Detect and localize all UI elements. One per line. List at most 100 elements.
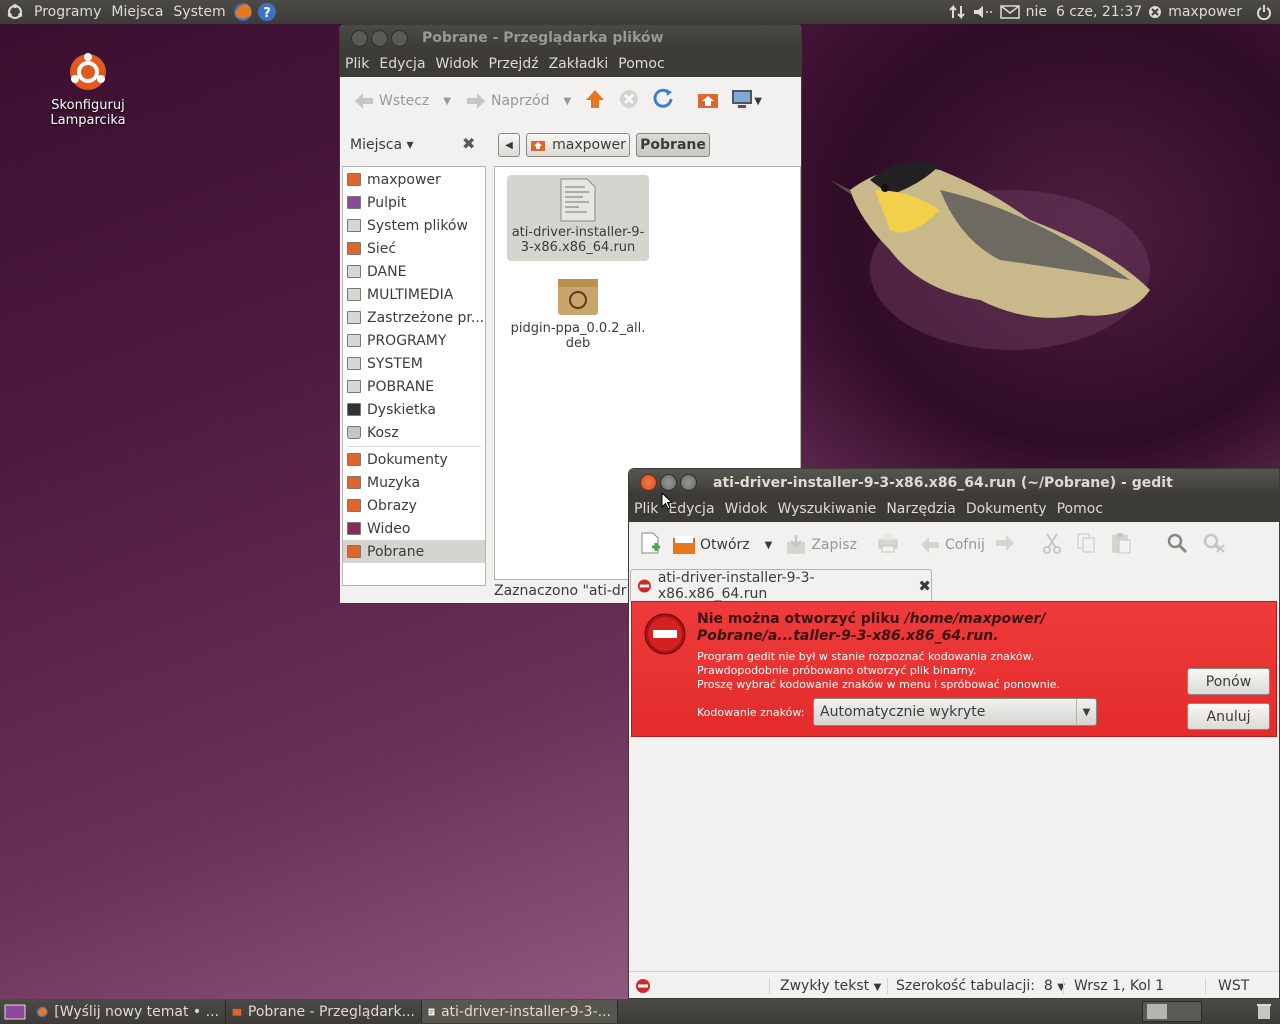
drive-icon (347, 357, 361, 370)
trash-icon[interactable] (1256, 1002, 1272, 1024)
mail-icon[interactable] (999, 4, 1020, 20)
sidebar-item-videos[interactable]: Wideo (343, 517, 485, 540)
retry-button[interactable]: Ponów (1187, 668, 1270, 695)
sidebar-item-dane[interactable]: DANE (343, 260, 485, 283)
save-button[interactable]: Zapisz (780, 534, 862, 556)
sidebar-item-system[interactable]: SYSTEM (343, 352, 485, 375)
workspace-switcher[interactable] (1142, 1001, 1202, 1022)
menu-narzedzia[interactable]: Narzędzia (881, 501, 960, 517)
menu-pomoc[interactable]: Pomoc (1052, 501, 1108, 517)
computer-dropdown-icon[interactable]: ▼ (754, 96, 762, 107)
menu-plik[interactable]: Plik (340, 56, 374, 72)
sidebar-item-music[interactable]: Muzyka (343, 471, 485, 494)
new-document-icon[interactable] (639, 531, 663, 559)
back-button[interactable]: Wstecz ▼ (348, 91, 456, 111)
menu-programy[interactable]: Programy (29, 4, 106, 20)
path-left-arrow[interactable]: ◀ (498, 133, 520, 157)
cancel-button[interactable]: Anuluj (1187, 703, 1270, 730)
forward-button[interactable]: Naprzód ▼ (460, 91, 576, 111)
sidebar-item-downloads[interactable]: Pobrane (343, 540, 485, 563)
sidebar-item-programy[interactable]: PROGRAMY (343, 329, 485, 352)
task-firefox[interactable]: [Wyślij nowy temat • ... (30, 1000, 226, 1023)
desktop-icon-label-1: Skonfiguruj (51, 98, 125, 113)
minimize-button[interactable] (660, 474, 677, 491)
user-status-icon[interactable] (1148, 4, 1162, 20)
network-icon[interactable] (948, 4, 966, 20)
maximize-button[interactable] (391, 29, 408, 47)
desktop-icon-lamparcik[interactable]: Skonfiguruj Lamparcika (38, 48, 138, 128)
gedit-titlebar[interactable]: ati-driver-installer-9-3-x86.x86_64.run … (629, 469, 1279, 496)
close-sidebar-icon[interactable]: ✖ (462, 134, 475, 153)
home-folder-icon[interactable] (696, 88, 720, 114)
forward-dropdown-icon[interactable]: ▼ (564, 96, 572, 107)
sidebar-item-network[interactable]: Sieć (343, 237, 485, 260)
menu-edycja[interactable]: Edycja (374, 56, 430, 72)
menu-pomoc[interactable]: Pomoc (613, 56, 669, 72)
sidebar-item-multimedia[interactable]: MULTIMEDIA (343, 283, 485, 306)
clock[interactable]: nie 6 cze, 21:37 (1026, 4, 1143, 20)
ubuntu-tweak-icon (70, 53, 106, 90)
menu-miejsca[interactable]: Miejsca (106, 4, 168, 20)
menu-plik[interactable]: Plik (629, 501, 663, 517)
find-icon[interactable] (1166, 532, 1188, 558)
user-name[interactable]: maxpower (1168, 4, 1242, 20)
error-status-icon[interactable] (635, 978, 651, 994)
reload-icon[interactable] (652, 88, 676, 114)
stop-icon[interactable] (618, 88, 640, 114)
close-tab-icon[interactable]: ✖ (918, 577, 931, 595)
path-button-maxpower[interactable]: maxpower (526, 133, 630, 157)
close-button[interactable] (640, 474, 657, 491)
syntax-mode-select[interactable]: Zwykły tekst ▼ (769, 977, 881, 994)
sidebar-item-maxpower[interactable]: maxpower (343, 168, 485, 191)
file-browser-titlebar[interactable]: Pobrane - Przeglądarka plików (340, 25, 801, 51)
menu-widok[interactable]: Widok (431, 56, 484, 72)
file-item-ati-installer[interactable]: ati-driver-installer-9- 3-x86.x86_64.run (507, 175, 649, 261)
sidebar-item-documents[interactable]: Dokumenty (343, 448, 485, 471)
sidebar-item-filesystem[interactable]: System plików (343, 214, 485, 237)
menu-wyszukiwanie[interactable]: Wyszukiwanie (773, 501, 882, 517)
redo-icon[interactable] (994, 533, 1016, 557)
sidebar-item-zastrzezone[interactable]: Zastrzeżone pr... (343, 306, 485, 329)
sidebar-divider (347, 444, 481, 447)
show-desktop-icon[interactable] (0, 1004, 30, 1020)
power-icon[interactable] (1256, 4, 1272, 20)
encoding-select[interactable]: Automatycznie wykryte ▼ (813, 698, 1097, 726)
maximize-button[interactable] (680, 474, 697, 491)
replace-icon[interactable] (1202, 532, 1226, 558)
task-gedit[interactable]: ati-driver-installer-9-3-... (422, 1000, 618, 1023)
sidebar-item-pulpit[interactable]: Pulpit (343, 191, 485, 214)
volume-icon[interactable] (972, 4, 994, 20)
open-dropdown-icon[interactable]: ▼ (765, 540, 773, 551)
document-tab[interactable]: ati-driver-installer-9-3-x86.x86_64.run … (630, 569, 932, 602)
firefox-launcher-icon[interactable] (231, 1, 255, 23)
copy-icon[interactable] (1076, 532, 1096, 558)
path-button-pobrane[interactable]: Pobrane (636, 133, 710, 157)
up-arrow-icon[interactable] (584, 88, 606, 114)
help-launcher-icon[interactable]: ? (255, 1, 279, 23)
bottom-panel: [Wyślij nowy temat • ... Pobrane - Przeg… (0, 999, 1280, 1024)
sidebar-item-trash[interactable]: Kosz (343, 421, 485, 444)
menu-przejdz[interactable]: Przejdź (484, 56, 544, 72)
task-file-browser[interactable]: Pobrane - Przeglądark... (226, 1000, 422, 1023)
print-icon[interactable] (876, 532, 900, 558)
file-item-pidgin-deb[interactable]: pidgin-ppa_0.0.2_all. deb (507, 275, 649, 355)
places-dropdown[interactable]: Miejsca ▾ (350, 137, 414, 153)
cut-icon[interactable] (1042, 532, 1062, 558)
sidebar-item-pobrane-drive[interactable]: POBRANE (343, 375, 485, 398)
ubuntu-logo-icon[interactable] (0, 3, 29, 21)
sidebar-item-floppy[interactable]: Dyskietka (343, 398, 485, 421)
open-button[interactable]: Otwórz (667, 534, 755, 556)
menu-dokumenty[interactable]: Dokumenty (961, 501, 1052, 517)
undo-button[interactable]: Cofnij (914, 535, 990, 555)
menu-zakladki[interactable]: Zakładki (544, 56, 614, 72)
editor-area[interactable] (631, 737, 1277, 971)
sidebar-item-pictures[interactable]: Obrazy (343, 494, 485, 517)
back-dropdown-icon[interactable]: ▼ (443, 96, 451, 107)
menu-system[interactable]: System (168, 4, 230, 20)
tab-width-select[interactable]: Szerokość tabulacji: 8 ▼ (887, 977, 1065, 994)
computer-icon[interactable] (730, 88, 754, 114)
minimize-button[interactable] (371, 29, 388, 47)
menu-widok[interactable]: Widok (720, 501, 773, 517)
paste-icon[interactable] (1110, 531, 1132, 559)
close-button[interactable] (351, 29, 368, 47)
